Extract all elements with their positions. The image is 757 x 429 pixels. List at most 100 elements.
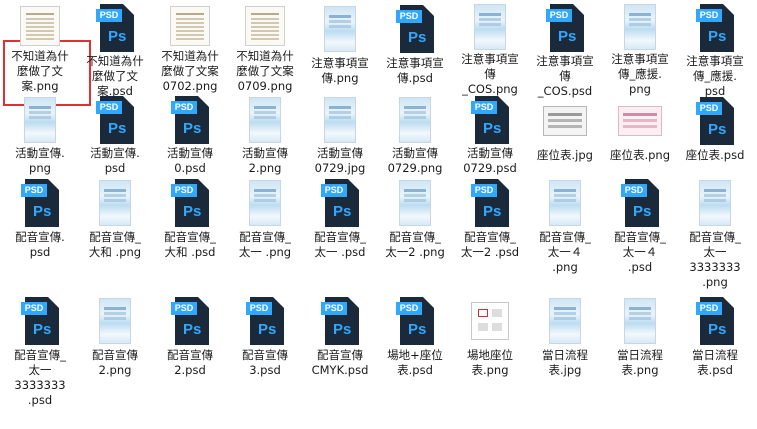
- seat-chart-thumbnail: [543, 106, 587, 136]
- psd-tag: PSD: [21, 184, 47, 197]
- file-item[interactable]: 場地座位 表.png: [453, 294, 527, 429]
- file-item[interactable]: PSD Ps 注意事項宣 傳 _COS.psd: [528, 2, 602, 98]
- file-item[interactable]: 活動宣傳 0729.jpg: [303, 94, 377, 176]
- image-thumbnail: [468, 4, 512, 50]
- psd-tag: PSD: [621, 184, 647, 197]
- file-item[interactable]: PSD Ps 配音宣傳_ 太一 .psd: [303, 176, 377, 294]
- psd-tag: PSD: [171, 302, 197, 315]
- file-item[interactable]: 配音宣傳_ 大和 .png: [78, 176, 152, 294]
- image-thumbnail: [693, 178, 737, 228]
- photoshop-icon: PSD Ps: [171, 96, 209, 144]
- psd-tag: PSD: [696, 102, 722, 115]
- page-fold: [648, 179, 659, 190]
- file-item[interactable]: PSD Ps 配音宣傳_ 太一４ .psd: [603, 176, 677, 294]
- image-thumbnail: [618, 296, 662, 346]
- psd-file-icon: PSD Ps: [393, 4, 437, 54]
- file-name: 活動宣傳 0729.jpg: [314, 146, 366, 175]
- image-thumbnail: [243, 178, 287, 228]
- file-item[interactable]: 不知道為什 麼做了文案 0709.png: [228, 2, 302, 94]
- poster-thumbnail: [324, 97, 356, 143]
- file-item[interactable]: 配音宣傳 2.png: [78, 294, 152, 429]
- file-item[interactable]: 注意事項宣 傳.png: [303, 2, 377, 94]
- ps-mark: Ps: [108, 120, 127, 137]
- file-item[interactable]: 活動宣傳 2.png: [228, 94, 302, 176]
- file-item[interactable]: 配音宣傳_ 太一 .png: [228, 176, 302, 294]
- file-name: 配音宣傳_ 大和 .png: [88, 230, 142, 259]
- file-item[interactable]: 不知道為什 麼做了文 案.png: [3, 2, 91, 106]
- file-item[interactable]: PSD Ps 活動宣傳 0.psd: [153, 94, 227, 176]
- file-item[interactable]: 注意事項宣 傳_應援. png: [603, 2, 677, 96]
- file-item[interactable]: PSD Ps 配音宣傳 3.psd: [228, 294, 302, 429]
- file-name: 當日流程 表.png: [617, 348, 663, 377]
- file-item[interactable]: PSD Ps 活動宣傳. psd: [78, 94, 152, 176]
- file-name: 活動宣傳. psd: [90, 146, 140, 175]
- file-item[interactable]: 座位表.jpg: [528, 94, 602, 176]
- photoshop-icon: PSD Ps: [471, 179, 509, 227]
- file-name: 活動宣傳 0.psd: [167, 146, 213, 175]
- file-item[interactable]: 配音宣傳_ 太一2 .png: [378, 176, 452, 294]
- file-name: 配音宣傳 3.psd: [242, 348, 288, 377]
- psd-file-icon: PSD Ps: [468, 178, 512, 228]
- document-thumbnail: [245, 5, 285, 46]
- file-name: 配音宣傳_ 太一 .psd: [314, 230, 366, 259]
- page-fold: [573, 4, 584, 15]
- file-item[interactable]: PSD Ps 不知道為什 麼做了文 案.psd: [78, 2, 152, 98]
- file-name: 活動宣傳. png: [15, 146, 65, 175]
- psd-file-icon: PSD Ps: [318, 296, 362, 346]
- file-item[interactable]: PSD Ps 場地+座位 表.psd: [378, 294, 452, 429]
- file-name: 配音宣傳_ 太一 .png: [238, 230, 292, 259]
- file-item[interactable]: PSD Ps 配音宣傳_ 太一2 .psd: [453, 176, 527, 294]
- file-name: 注意事項宣 傳.png: [311, 56, 369, 85]
- file-item[interactable]: PSD Ps 當日流程 表.psd: [678, 294, 752, 429]
- psd-tag: PSD: [21, 302, 47, 315]
- file-name: 配音宣傳 CMYK.psd: [311, 348, 369, 377]
- poster-thumbnail: [249, 97, 281, 143]
- page-fold: [498, 96, 509, 107]
- photoshop-icon: PSD Ps: [546, 4, 584, 52]
- photoshop-icon: PSD Ps: [471, 96, 509, 144]
- file-item[interactable]: 不知道為什 麼做了文案 0702.png: [153, 2, 227, 94]
- file-item[interactable]: 注意事項宣 傳 _COS.png: [453, 2, 527, 96]
- file-item[interactable]: 座位表.png: [603, 94, 677, 176]
- poster-thumbnail: [24, 97, 56, 143]
- file-item[interactable]: PSD Ps 注意事項宣 傳_應援. psd: [678, 2, 752, 98]
- file-name: 場地+座位 表.psd: [387, 348, 443, 377]
- poster-thumbnail: [99, 298, 131, 344]
- photoshop-icon: PSD Ps: [21, 179, 59, 227]
- psd-tag: PSD: [321, 184, 347, 197]
- file-name: 座位表.psd: [685, 148, 745, 162]
- page-fold: [48, 179, 59, 190]
- file-item[interactable]: 活動宣傳 0729.png: [378, 94, 452, 176]
- file-item[interactable]: 活動宣傳. png: [3, 94, 77, 176]
- psd-file-icon: PSD Ps: [18, 178, 62, 228]
- file-item[interactable]: PSD Ps 活動宣傳 0729.psd: [453, 94, 527, 176]
- file-item[interactable]: PSD Ps 配音宣傳_ 太一 3333333 .psd: [3, 294, 77, 429]
- file-item[interactable]: PSD Ps 配音宣傳_ 大和 .psd: [153, 176, 227, 294]
- file-item[interactable]: PSD Ps 座位表.psd: [678, 94, 752, 176]
- psd-tag: PSD: [696, 302, 722, 315]
- psd-tag: PSD: [96, 9, 122, 22]
- file-name: 配音宣傳_ 大和 .psd: [164, 230, 216, 259]
- file-item[interactable]: 當日流程 表.png: [603, 294, 677, 429]
- file-item[interactable]: 配音宣傳_ 太一 3333333 .png: [678, 176, 752, 294]
- psd-tag: PSD: [171, 101, 197, 114]
- ps-mark: Ps: [183, 203, 202, 220]
- file-item[interactable]: PSD Ps 配音宣傳 CMYK.psd: [303, 294, 377, 429]
- file-item[interactable]: PSD Ps 配音宣傳 2.psd: [153, 294, 227, 429]
- file-name: 配音宣傳 2.png: [92, 348, 138, 377]
- ps-mark: Ps: [483, 120, 502, 137]
- venue-map-thumbnail: [471, 302, 509, 340]
- file-item[interactable]: 配音宣傳_ 太一４ .png: [528, 176, 602, 294]
- image-thumbnail: [618, 4, 662, 50]
- image-thumbnail: [318, 4, 362, 54]
- poster-thumbnail: [624, 298, 656, 344]
- file-name: 場地座位 表.png: [467, 348, 513, 377]
- file-item[interactable]: PSD Ps 注意事項宣 傳.psd: [378, 2, 452, 94]
- file-item[interactable]: PSD Ps 配音宣傳. psd: [3, 176, 77, 294]
- file-item[interactable]: 當日流程 表.jpg: [528, 294, 602, 429]
- page-fold: [498, 179, 509, 190]
- photoshop-icon: PSD Ps: [246, 297, 284, 345]
- photoshop-icon: PSD Ps: [696, 97, 734, 145]
- ps-mark: Ps: [483, 203, 502, 220]
- page-fold: [48, 297, 59, 308]
